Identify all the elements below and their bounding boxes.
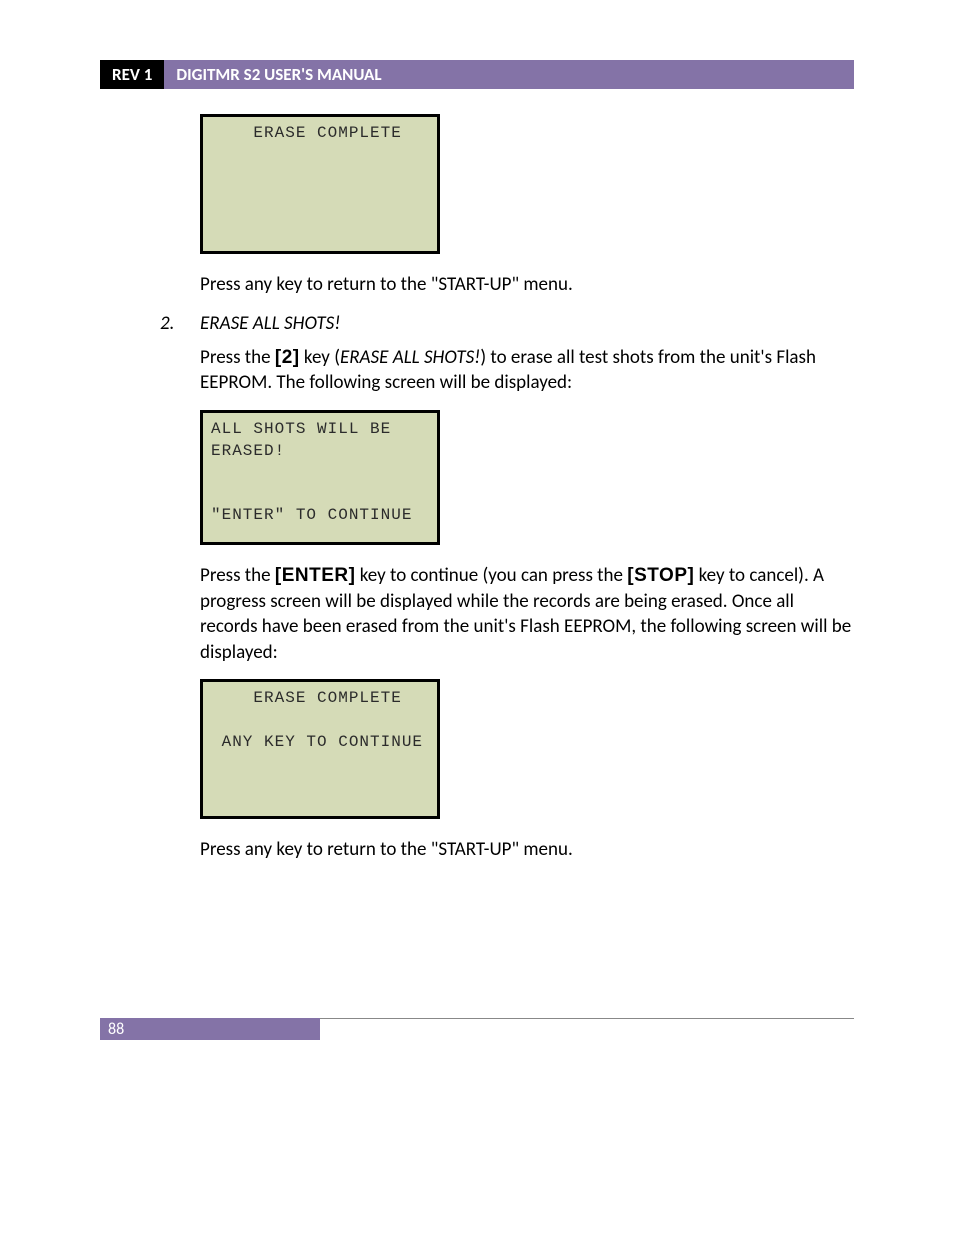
lcd-line: ERASE COMPLETE <box>211 124 402 142</box>
content-block-2: Press the [2] key (ERASE ALL SHOTS!) to … <box>200 345 854 863</box>
text-fragment: key to continue (you can press the <box>355 564 627 587</box>
manual-title: DIGITMR S2 USER'S MANUAL <box>164 60 854 89</box>
text-fragment-italic: ERASE ALL SHOTS! <box>340 346 480 369</box>
key-enter: [ENTER] <box>275 565 356 586</box>
page-header: REV 1 DIGITMR S2 USER'S MANUAL <box>100 60 854 89</box>
page-footer: 88 <box>100 1018 854 1040</box>
lcd-line: ANY KEY TO CONTINUE <box>211 733 423 751</box>
lcd-screen-erase-complete: ERASE COMPLETE <box>200 114 440 254</box>
content-block-1: ERASE COMPLETE Press any key to return t… <box>200 114 854 298</box>
footer-rule <box>320 1018 854 1040</box>
lcd-screen-confirm-erase: ALL SHOTS WILL BE ERASED! "ENTER" TO CON… <box>200 410 440 545</box>
instruction-text: Press the [ENTER] key to continue (you c… <box>200 563 854 666</box>
instruction-text: Press any key to return to the "START-UP… <box>200 837 854 863</box>
text-fragment: Press the <box>200 564 275 587</box>
key-2: [2] <box>275 347 300 368</box>
key-stop: [STOP] <box>627 565 694 586</box>
lcd-line: ERASED! <box>211 442 285 460</box>
text-fragment: Press the <box>200 346 275 369</box>
lcd-line: ALL SHOTS WILL BE <box>211 420 391 438</box>
revision-label: REV 1 <box>100 60 164 89</box>
instruction-text: Press any key to return to the "START-UP… <box>200 272 854 298</box>
lcd-screen-erase-complete-2: ERASE COMPLETE ANY KEY TO CONTINUE <box>200 679 440 819</box>
page-number: 88 <box>100 1018 320 1040</box>
lcd-line: "ENTER" TO CONTINUE <box>211 506 412 524</box>
manual-page: REV 1 DIGITMR S2 USER'S MANUAL ERASE COM… <box>0 0 954 1100</box>
text-fragment: key ( <box>300 346 340 369</box>
list-number: 2. <box>160 312 200 335</box>
list-heading: ERASE ALL SHOTS! <box>200 312 340 335</box>
lcd-line: ERASE COMPLETE <box>211 689 402 707</box>
list-item-2: 2. ERASE ALL SHOTS! <box>160 312 854 335</box>
instruction-text: Press the [2] key (ERASE ALL SHOTS!) to … <box>200 345 854 396</box>
